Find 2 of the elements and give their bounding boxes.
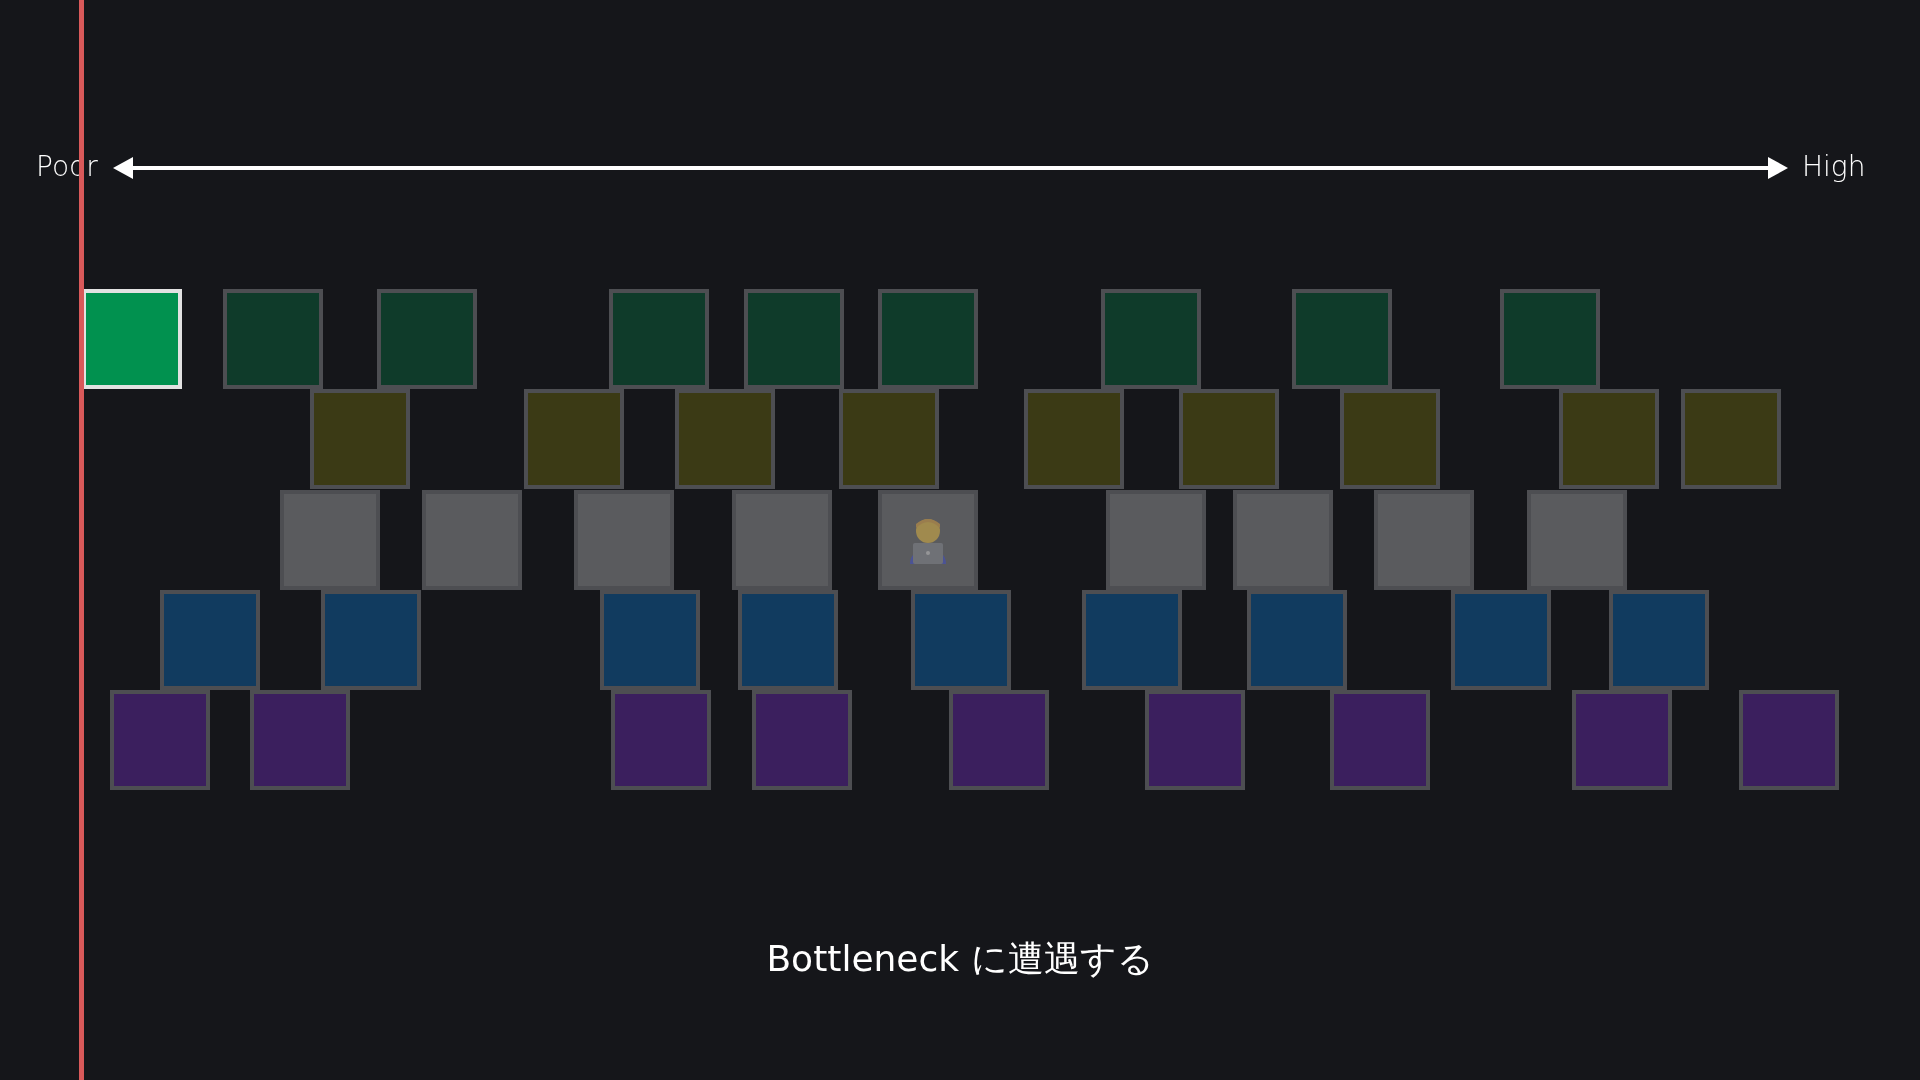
scale-high-label: High: [1802, 150, 1866, 184]
caption: Bottleneck に遭遇する: [766, 937, 1154, 981]
